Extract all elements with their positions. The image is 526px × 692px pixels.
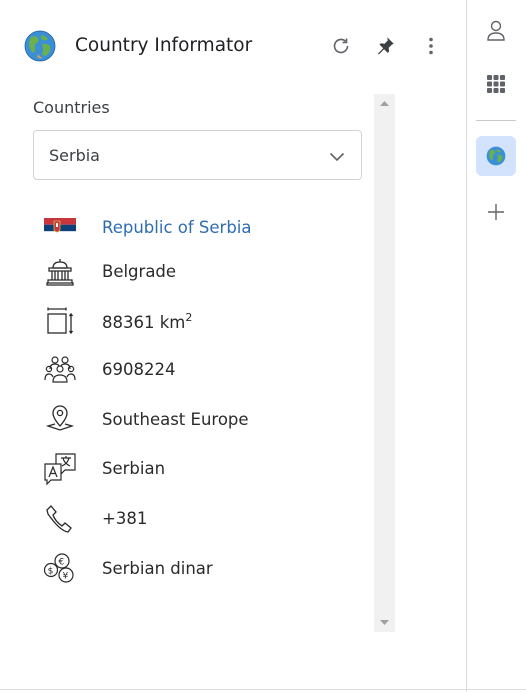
apps-button[interactable] [476, 64, 516, 104]
flag-icon [40, 210, 80, 246]
language-text: Serbian [102, 459, 166, 478]
app-title: Country Informator [75, 35, 253, 56]
selected-country: Serbia [49, 146, 100, 165]
add-button[interactable] [476, 192, 516, 232]
capitol-building-icon [40, 254, 80, 290]
svg-text:€: € [59, 558, 65, 568]
rail-separator [476, 120, 516, 121]
area-text: 88361 km2 [102, 311, 192, 332]
people-group-icon [40, 352, 80, 388]
countries-label: Countries [33, 98, 110, 117]
region-text: Southeast Europe [102, 410, 249, 429]
phone-icon [40, 501, 80, 537]
svg-text:$: $ [48, 567, 54, 577]
info-row-official-name: Republic of Serbia [40, 210, 360, 246]
side-rail [467, 0, 526, 689]
side-panel: Country Informator Countries Serbia Repu… [0, 0, 466, 692]
area-value: 88361 km [102, 313, 186, 332]
refresh-icon [333, 38, 349, 54]
info-row-calling-code: +381 [40, 501, 360, 537]
globe-icon [24, 30, 56, 62]
info-row-language: Serbian [40, 451, 360, 487]
pin-icon [378, 37, 394, 55]
country-select[interactable]: Serbia [33, 130, 362, 180]
scrollbar[interactable] [374, 94, 395, 632]
info-row-region: Southeast Europe [40, 402, 360, 438]
info-row-population: 6908224 [40, 352, 360, 388]
scroll-up-arrow[interactable] [374, 94, 395, 112]
pin-button[interactable] [373, 32, 397, 60]
refresh-button[interactable] [329, 32, 353, 60]
currency-text: Serbian dinar [102, 559, 213, 578]
population-text: 6908224 [102, 360, 176, 379]
profile-icon [487, 20, 505, 41]
svg-text:¥: ¥ [63, 572, 69, 582]
bottom-border [0, 689, 526, 690]
area-dimensions-icon [40, 303, 80, 339]
info-row-area: 88361 km2 [40, 303, 360, 339]
globe-icon [486, 146, 506, 166]
more-options-button[interactable] [419, 32, 443, 60]
more-vert-icon [429, 37, 433, 55]
country-informator-button[interactable] [476, 136, 516, 176]
translate-icon [40, 451, 80, 487]
panel-header: Country Informator [0, 0, 466, 92]
map-pin-icon [40, 402, 80, 438]
chevron-down-icon [329, 149, 345, 167]
scroll-down-arrow[interactable] [374, 614, 395, 632]
calling-code-text: +381 [102, 509, 148, 528]
capital-text: Belgrade [102, 262, 177, 281]
apps-grid-icon [487, 75, 505, 93]
area-unit-exponent: 2 [185, 311, 193, 324]
currency-coins-icon: € $ ¥ [40, 551, 80, 587]
official-name-link[interactable]: Republic of Serbia [102, 218, 252, 237]
profile-button[interactable] [476, 10, 516, 50]
add-icon [488, 204, 504, 220]
info-row-capital: Belgrade [40, 254, 360, 290]
info-row-currency: € $ ¥ Serbian dinar [40, 551, 360, 587]
